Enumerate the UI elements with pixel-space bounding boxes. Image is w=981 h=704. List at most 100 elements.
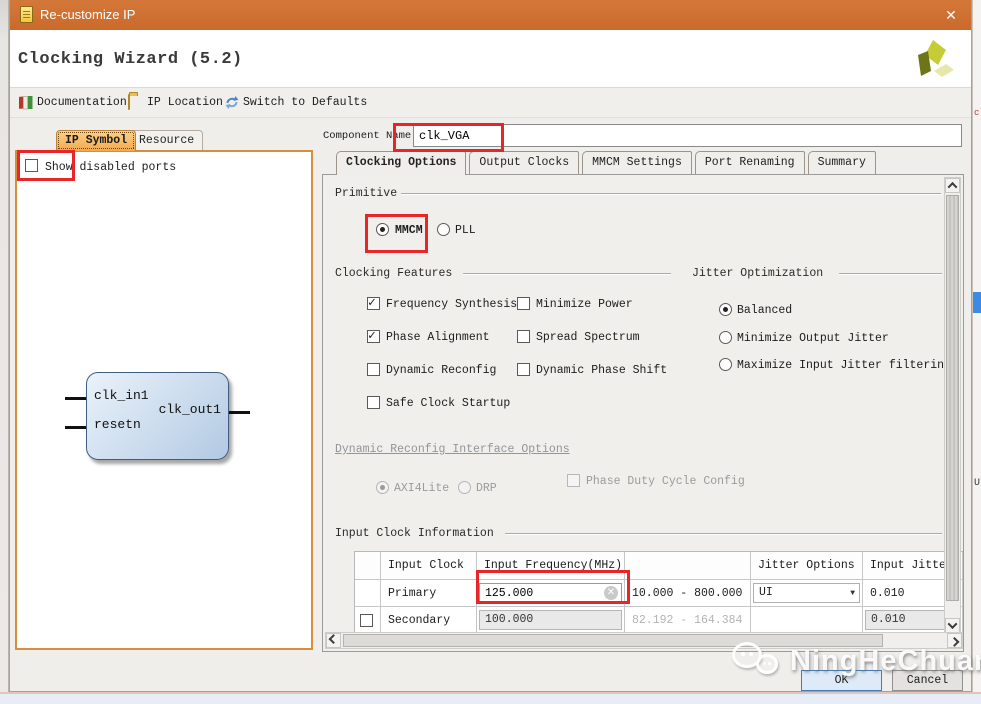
tab-output-clocks[interactable]: Output Clocks — [469, 151, 579, 175]
primary-name-cell: Primary — [381, 580, 477, 607]
primary-range-cell: 10.000 - 800.000 — [625, 580, 751, 607]
maximize-input-jitter-filtering-radio[interactable] — [719, 358, 732, 371]
settings-tabs: Clocking Options Output Clocks MMCM Sett… — [336, 151, 876, 175]
table-header-select — [355, 552, 381, 580]
documentation-book-icon — [18, 95, 34, 110]
dynamic-reconfig-interface-options-heading: Dynamic Reconfig Interface Options — [335, 443, 570, 456]
horizontal-scrollbar[interactable] — [325, 632, 963, 649]
scroll-left-button[interactable] — [326, 633, 341, 648]
tab-summary[interactable]: Summary — [808, 151, 876, 175]
secondary-frequency-input[interactable]: 100.000 — [479, 610, 622, 630]
tab-ip-symbol[interactable]: IP Symbol — [56, 130, 136, 151]
table-header-jitter-options: Jitter Options — [751, 552, 863, 580]
background-app-right-edge: cl U — [972, 0, 981, 704]
background-app-left-edge — [0, 0, 9, 704]
screen: cl U Re-customize IP ✕ Clocking Wizard (… — [0, 0, 981, 704]
port-resetn: resetn — [94, 417, 141, 432]
divider — [463, 273, 671, 275]
annotation-box-mmcm — [365, 214, 428, 253]
balanced-radio[interactable] — [719, 303, 732, 316]
ip-symbol-panel: Show disabled ports clk_in1 resetn clk_o… — [15, 150, 313, 650]
chevron-down-icon: ▼ — [850, 589, 855, 598]
dynamic-reconfig-label: Dynamic Reconfig — [386, 364, 496, 377]
wizard-title: Clocking Wizard (5.2) — [18, 50, 243, 69]
switch-to-defaults-label: Switch to Defaults — [243, 96, 367, 109]
secondary-name-cell: Secondary — [381, 607, 477, 634]
input-clock-information-heading: Input Clock Information — [335, 527, 494, 540]
axi4lite-radio[interactable] — [376, 481, 389, 494]
cancel-button[interactable]: Cancel — [892, 670, 963, 691]
horizontal-scrollbar-thumb[interactable] — [343, 634, 883, 647]
chevron-up-icon — [948, 182, 958, 192]
jitter-options-dropdown[interactable]: UI ▼ — [753, 583, 860, 603]
pll-radio-label: PLL — [455, 224, 476, 237]
chevron-right-icon — [950, 637, 960, 647]
axi4lite-label: AXI4Lite — [394, 482, 449, 495]
annotation-box-show-disabled-ports — [17, 150, 75, 181]
clk-out1-port-stub — [229, 411, 250, 414]
scroll-right-button[interactable] — [947, 633, 962, 648]
secondary-frequency-cell: 100.000 — [477, 607, 625, 634]
secondary-enable-checkbox[interactable] — [360, 614, 373, 627]
phase-duty-cycle-config-label: Phase Duty Cycle Config — [586, 475, 745, 488]
dynamic-reconfig-checkbox[interactable] — [367, 363, 380, 376]
dialog-icon — [20, 6, 33, 23]
refresh-arrows-icon — [224, 95, 240, 110]
maximize-input-jitter-filtering-label: Maximize Input Jitter filtering — [737, 359, 951, 372]
divider — [505, 533, 942, 535]
ip-symbol-block[interactable]: clk_in1 resetn clk_out1 — [86, 372, 229, 460]
background-app-bottom-strip — [0, 692, 981, 704]
scroll-down-button[interactable] — [945, 618, 960, 633]
wizard-header: Clocking Wizard (5.2) — [10, 30, 971, 88]
resetn-port-stub — [65, 426, 86, 429]
ip-location-label: IP Location — [147, 96, 223, 109]
port-clk-out1: clk_out1 — [159, 402, 221, 417]
tab-port-renaming[interactable]: Port Renaming — [695, 151, 805, 175]
dynamic-phase-shift-label: Dynamic Phase Shift — [536, 364, 667, 377]
input-clock-table: Input Clock Input Frequency(MHz) Jitter … — [354, 551, 964, 635]
drp-label: DRP — [476, 482, 497, 495]
table-header-input-clock: Input Clock — [381, 552, 477, 580]
minimize-power-label: Minimize Power — [536, 298, 633, 311]
minimize-power-checkbox[interactable] — [517, 297, 530, 310]
ok-button[interactable]: OK — [801, 670, 882, 691]
tab-mmcm-settings[interactable]: MMCM Settings — [582, 151, 692, 175]
phase-duty-cycle-config-checkbox[interactable] — [567, 474, 580, 487]
background-text-fragment: U — [974, 478, 980, 489]
secondary-jitter-options-cell — [751, 607, 863, 634]
drp-radio[interactable] — [458, 481, 471, 494]
safe-clock-startup-label: Safe Clock Startup — [386, 397, 510, 410]
close-icon[interactable]: ✕ — [941, 5, 961, 25]
dialog-title: Re-customize IP — [40, 7, 135, 22]
documentation-label: Documentation — [37, 96, 127, 109]
vertical-scrollbar[interactable] — [944, 177, 961, 634]
secondary-range-cell: 82.192 - 164.384 — [625, 607, 751, 634]
tab-clocking-options[interactable]: Clocking Options — [336, 151, 466, 175]
frequency-synthesis-checkbox[interactable] — [367, 297, 380, 310]
chevron-left-icon — [329, 634, 339, 644]
xilinx-logo-icon — [913, 38, 955, 84]
phase-alignment-checkbox[interactable] — [367, 330, 380, 343]
divider — [401, 193, 941, 195]
dynamic-phase-shift-checkbox[interactable] — [517, 363, 530, 376]
clk-in1-port-stub — [65, 397, 86, 400]
vertical-scrollbar-thumb[interactable] — [946, 195, 959, 601]
safe-clock-startup-checkbox[interactable] — [367, 396, 380, 409]
dialog-titlebar[interactable]: Re-customize IP ✕ — [10, 0, 971, 30]
annotation-box-input-frequency — [476, 570, 630, 604]
minimize-output-jitter-radio[interactable] — [719, 331, 732, 344]
minimize-output-jitter-label: Minimize Output Jitter — [737, 332, 889, 345]
frequency-synthesis-label: Frequency Synthesis — [386, 298, 517, 311]
scroll-up-button[interactable] — [945, 178, 960, 193]
clocking-features-heading: Clocking Features — [335, 267, 452, 280]
tab-resource[interactable]: Resource — [130, 130, 203, 151]
port-clk-in1: clk_in1 — [94, 388, 149, 403]
divider — [839, 273, 942, 275]
pll-radio[interactable] — [437, 223, 450, 236]
dialog-toolbar: Documentation IP Location Switch to Defa… — [10, 88, 971, 118]
primary-jitter-options-cell: UI ▼ — [751, 580, 863, 607]
phase-alignment-label: Phase Alignment — [386, 331, 490, 344]
table-header-range — [625, 552, 751, 580]
spread-spectrum-checkbox[interactable] — [517, 330, 530, 343]
background-selected-row-fragment — [973, 292, 981, 313]
